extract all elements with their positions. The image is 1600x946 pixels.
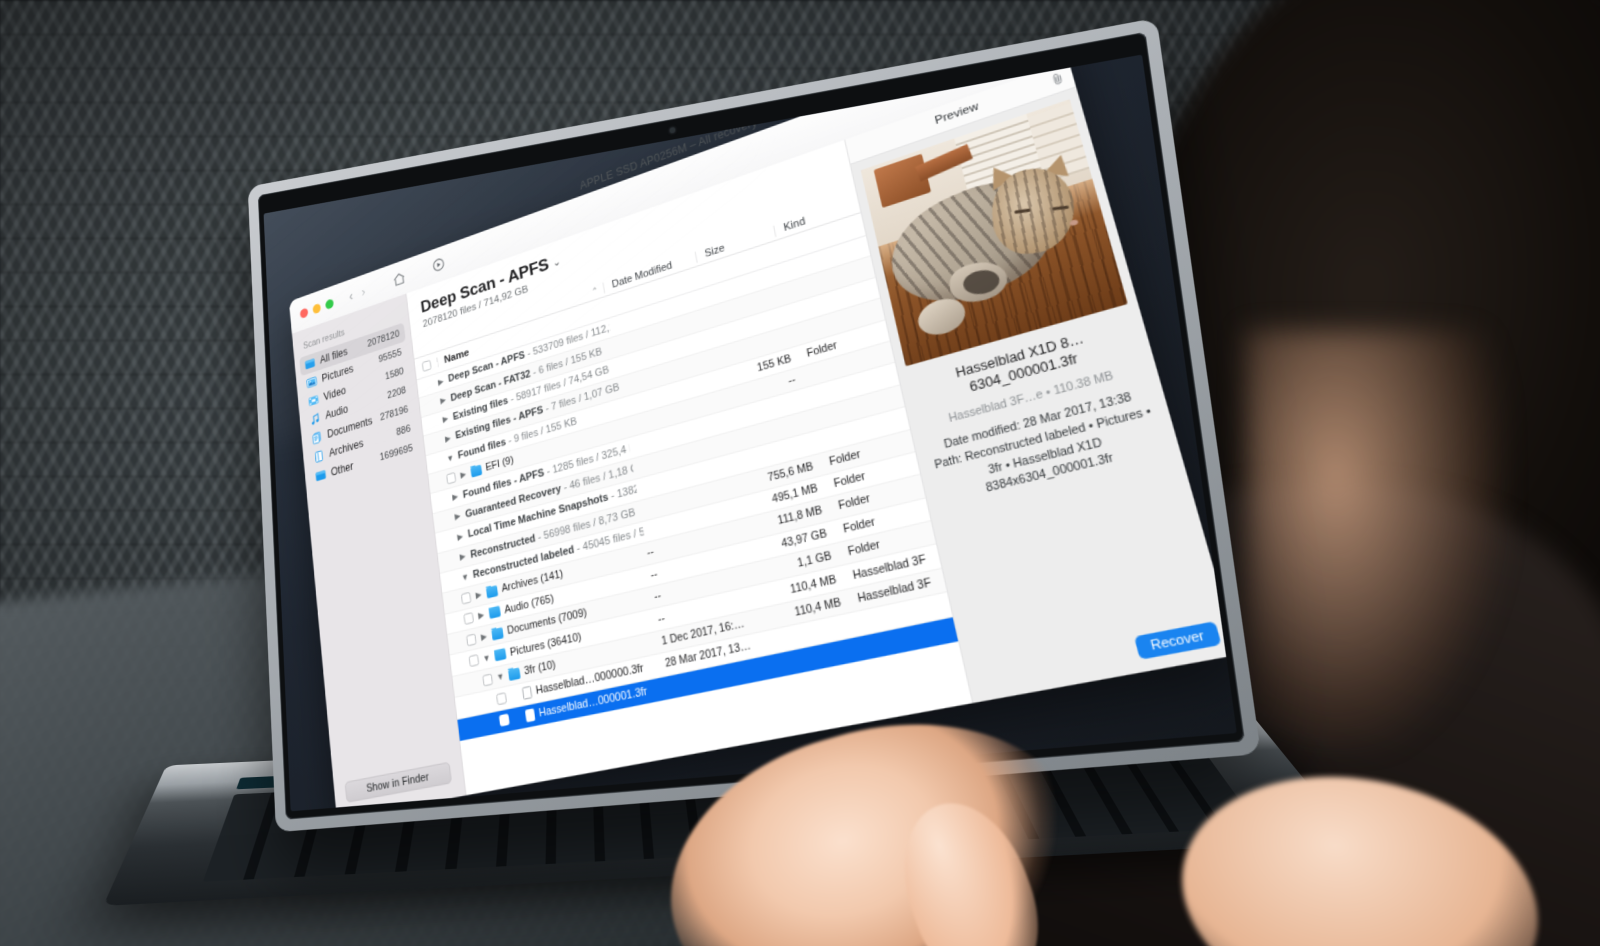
recover-button[interactable]: Recover <box>1134 621 1222 660</box>
row-checkbox[interactable] <box>482 673 493 686</box>
row-checkbox-spacer <box>434 460 443 463</box>
disclosure-collapsed-icon[interactable]: ▶ <box>451 491 460 503</box>
screen-bezel: ⌄ APPLE SSD AP0256M – All recovery metho… <box>258 32 1245 820</box>
file-icon <box>522 686 532 700</box>
back-button[interactable]: ‹ <box>348 288 353 303</box>
folder-icon <box>508 667 521 681</box>
disclosure-collapsed-icon[interactable]: ▶ <box>444 433 452 445</box>
documents-icon <box>311 430 322 445</box>
row-checkbox-spacer <box>439 499 448 501</box>
close-button[interactable] <box>300 307 309 319</box>
disclosure-collapsed-icon[interactable]: ▶ <box>477 610 486 623</box>
disclosure-spacer <box>511 695 519 697</box>
row-checkbox-spacer <box>429 422 438 425</box>
navigation-buttons: ‹ › <box>348 284 365 304</box>
folder-icon <box>491 627 503 640</box>
sidebar-item-count: 2208 <box>387 385 407 401</box>
row-checkbox-spacer <box>444 539 453 541</box>
disclosure-collapsed-icon[interactable]: ▶ <box>453 511 462 523</box>
row-checkbox[interactable] <box>469 654 480 667</box>
webcam <box>669 127 675 134</box>
sidebar-footer: Show in Finder <box>333 749 466 811</box>
disclosure-expanded-icon[interactable]: ▼ <box>461 572 470 583</box>
folder-icon <box>489 606 501 619</box>
disclosure-collapsed-icon[interactable]: ▶ <box>456 531 465 543</box>
row-label: 3fr (10) <box>523 659 556 678</box>
sidebar-item-label: Other <box>330 460 354 479</box>
laptop-lid: ⌄ APPLE SSD AP0256M – All recovery metho… <box>248 18 1261 832</box>
archive-icon <box>313 449 324 464</box>
row-checkbox[interactable] <box>463 612 473 625</box>
photo-scene: MacBook Pro <box>0 0 1600 946</box>
traffic-lights <box>300 298 334 319</box>
folder-icon <box>494 648 507 661</box>
maximize-button[interactable] <box>325 298 334 310</box>
disclosure-expanded-icon[interactable]: ▼ <box>496 671 505 683</box>
row-checkbox[interactable] <box>461 592 471 605</box>
home-icon <box>392 270 405 287</box>
row-size <box>772 648 860 666</box>
row-checkbox[interactable] <box>466 633 477 646</box>
minimize-button[interactable] <box>312 302 321 314</box>
filter-sliders-button[interactable] <box>889 55 907 63</box>
sidebar-item-count: 1699695 <box>379 443 413 463</box>
paperclip-icon[interactable] <box>1051 71 1066 89</box>
forward-button[interactable]: › <box>361 284 366 299</box>
disclosure-collapsed-icon[interactable]: ▶ <box>458 551 467 563</box>
row-checkbox[interactable] <box>499 714 510 727</box>
row-checkbox-spacer <box>448 579 457 581</box>
row-checkbox-spacer <box>432 441 441 444</box>
picture-icon <box>306 375 317 390</box>
disclosure-collapsed-icon[interactable]: ▶ <box>441 414 449 426</box>
file-icon <box>525 708 535 722</box>
disclosure-collapsed-icon[interactable]: ▶ <box>439 395 447 407</box>
row-checkbox-spacer <box>441 519 450 521</box>
folder-icon <box>470 464 482 477</box>
play-circle-icon <box>432 256 446 274</box>
video-icon <box>308 393 319 408</box>
row-checkbox-spacer <box>425 384 434 387</box>
select-all-checkbox[interactable] <box>422 360 432 372</box>
row-checkbox[interactable] <box>496 692 507 705</box>
column-header-name[interactable]: Name <box>444 347 470 365</box>
folder-icon <box>305 356 316 371</box>
laptop: MacBook Pro <box>150 40 1300 940</box>
disclosure-collapsed-icon[interactable]: ▶ <box>479 631 488 644</box>
disclosure-collapsed-icon[interactable]: ▶ <box>474 589 483 601</box>
row-checkbox-spacer <box>427 403 436 406</box>
sidebar-item-count: 886 <box>396 423 411 438</box>
home-button[interactable] <box>392 270 405 287</box>
disclosure-expanded-icon[interactable]: ▼ <box>446 452 454 463</box>
row-checkbox-spacer <box>446 559 455 561</box>
audio-icon <box>310 411 321 426</box>
show-in-finder-button[interactable]: Show in Finder <box>345 762 452 803</box>
disclosure-spacer <box>513 717 521 719</box>
screen: ⌄ APPLE SSD AP0256M – All recovery metho… <box>264 55 1237 812</box>
divider <box>437 357 439 367</box>
rescan-button[interactable] <box>432 256 446 274</box>
disclosure-expanded-icon[interactable]: ▼ <box>482 652 491 664</box>
sidebar-item-count: 1580 <box>385 366 405 382</box>
folder-icon <box>486 585 498 598</box>
chevron-down-icon: ⌄ <box>868 57 878 70</box>
disclosure-collapsed-icon[interactable]: ▶ <box>459 468 468 480</box>
folder-icon <box>315 468 326 483</box>
chevron-down-icon[interactable]: ⌄ <box>552 255 561 269</box>
search-input[interactable]: Search <box>917 55 1080 57</box>
disclosure-collapsed-icon[interactable]: ▶ <box>437 376 445 388</box>
view-options-button[interactable]: ⌄ <box>851 57 878 77</box>
row-checkbox[interactable] <box>446 472 456 485</box>
